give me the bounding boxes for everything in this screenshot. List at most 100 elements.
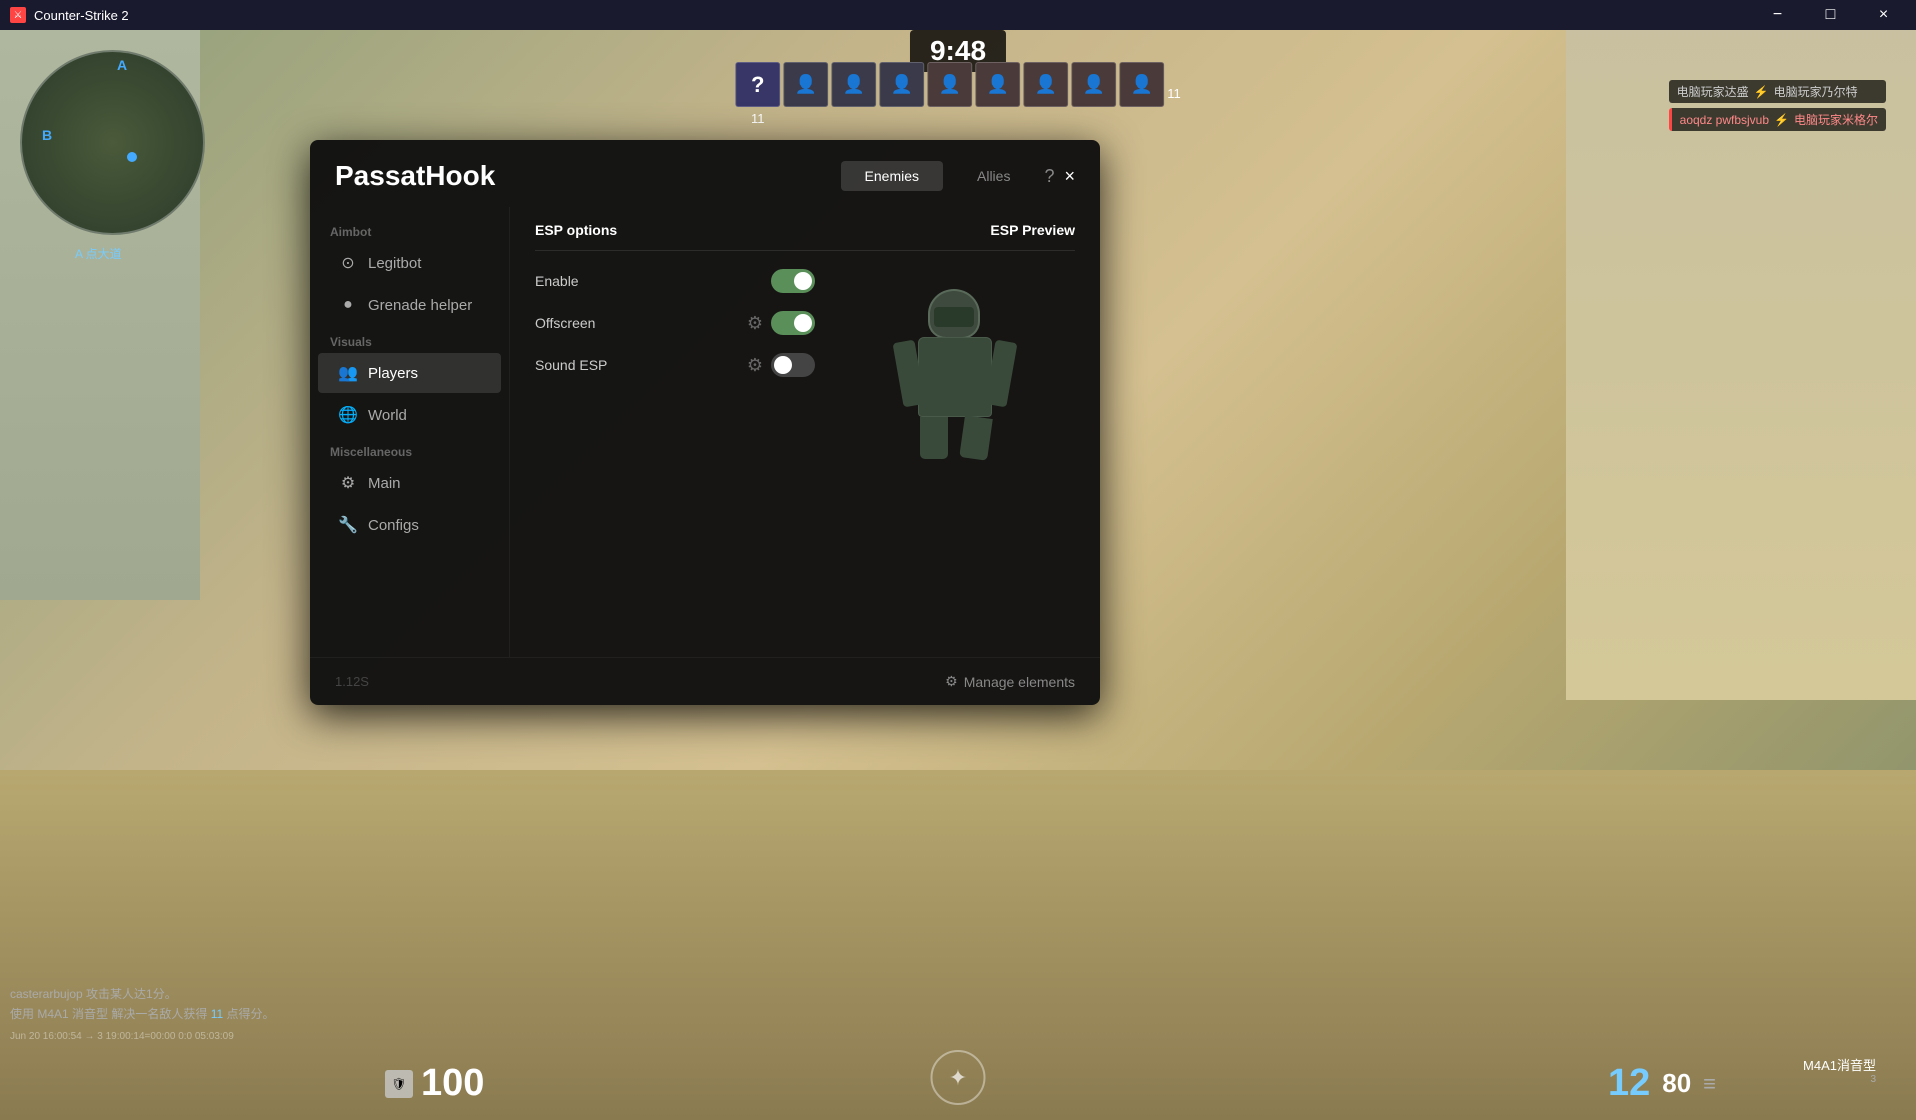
offscreen-label: Offscreen xyxy=(535,315,595,331)
esp-section-header: ESP options ESP Preview xyxy=(535,222,1075,251)
manage-elements-label: Manage elements xyxy=(964,674,1075,690)
sound-esp-label: Sound ESP xyxy=(535,357,607,373)
avatar-group-t1-3: 👤 xyxy=(879,62,924,107)
maximize-button[interactable]: □ xyxy=(1808,0,1853,30)
tab-allies[interactable]: Allies xyxy=(953,161,1034,191)
configs-label: Configs xyxy=(368,517,419,534)
sound-esp-gear-icon[interactable]: ⚙ xyxy=(747,355,763,376)
minimap-label-a: A xyxy=(117,57,127,73)
avatar-group-t2-count: 11 xyxy=(1167,62,1181,101)
killfeed-weapon-icon-2: ⚡ xyxy=(1774,113,1789,127)
minimap-label-b: B xyxy=(42,127,52,143)
cheat-help-button[interactable]: ? xyxy=(1044,166,1054,187)
grenade-helper-label: Grenade helper xyxy=(368,297,472,314)
sidebar-item-grenade-helper[interactable]: ● Grenade helper xyxy=(318,285,501,325)
hud-center-logo: ✦ xyxy=(931,1050,986,1105)
avatar-slot-t2-2: 👤 xyxy=(1071,62,1116,107)
main-label: Main xyxy=(368,475,401,492)
avatar-slot-question: ? xyxy=(735,62,780,107)
offscreen-toggle-knob xyxy=(794,314,812,332)
world-icon: 🌐 xyxy=(338,405,358,425)
soldier-leg-right xyxy=(959,415,993,460)
manage-elements-button[interactable]: ⚙ Manage elements xyxy=(945,673,1075,690)
enable-toggle[interactable] xyxy=(771,269,815,293)
configs-icon: 🔧 xyxy=(338,515,358,535)
chat-text-2b: 点得分。 xyxy=(227,1007,275,1021)
offscreen-gear-icon[interactable]: ⚙ xyxy=(747,313,763,334)
cs-logo: ✦ xyxy=(931,1050,986,1105)
killfeed-victim-2: 电脑玩家米格尔 xyxy=(1794,111,1878,128)
avatar-slot-t2-3: 👤 xyxy=(1119,62,1164,107)
timestamp: Jun 20 16:00:54 → 3 19:00:14=00:00 0:0 0… xyxy=(10,1031,234,1042)
section-label-misc: Miscellaneous xyxy=(310,437,509,463)
weapon-number: 3 xyxy=(1803,1074,1876,1085)
avatar-slot-t1-3: 👤 xyxy=(879,62,924,107)
avatar-slot-t2-1: 👤 xyxy=(1023,62,1068,107)
hud-bottom-left: 🛡 100 xyxy=(385,1062,484,1105)
version-label: 1.12S xyxy=(335,674,369,689)
minimap: A B xyxy=(20,50,205,235)
cheat-header: PassatHook Enemies Allies ? × xyxy=(310,140,1100,207)
ammo-icon: ≡ xyxy=(1703,1071,1716,1097)
avatar-group-t1-1: 👤 xyxy=(783,62,828,125)
sidebar-item-configs[interactable]: 🔧 Configs xyxy=(318,505,501,545)
cheat-header-controls: Enemies Allies ? × xyxy=(841,161,1075,191)
world-label: World xyxy=(368,407,407,424)
avatar-group-t1-5: 👤 xyxy=(975,62,1020,107)
hud-bottom-right: 12 80 ≡ xyxy=(1608,1062,1716,1105)
chat-text-1: casterarbujop 攻击某人达1分。 xyxy=(10,987,177,1001)
avatar-group-question: ? 11 xyxy=(735,62,780,126)
avatar-slot-t1-5: 👤 xyxy=(975,62,1020,107)
player-avatars-container: ? 11 👤 👤 👤 👤 👤 👤 👤 👤 11 xyxy=(735,62,1181,126)
soldier-torso xyxy=(918,337,992,417)
weapon-name: M4A1消音型 xyxy=(1803,1055,1876,1074)
legitbot-label: Legitbot xyxy=(368,255,421,272)
weapon-display: M4A1消音型 3 xyxy=(1803,1055,1876,1085)
sound-esp-toggle-knob xyxy=(774,356,792,374)
close-button[interactable]: × xyxy=(1861,0,1906,30)
enable-toggle-knob xyxy=(794,272,812,290)
minimize-button[interactable]: − xyxy=(1755,0,1800,30)
chat-line-1: casterarbujop 攻击某人达1分。 xyxy=(10,985,275,1002)
enable-controls xyxy=(771,269,815,293)
sidebar-item-world[interactable]: 🌐 World xyxy=(318,395,501,435)
killfeed: 电脑玩家达盛 ⚡ 电脑玩家乃尔特 aoqdz pwfbsjvub ⚡ 电脑玩家米… xyxy=(1669,80,1886,131)
cheat-window: PassatHook Enemies Allies ? × Aimbot ⊙ L… xyxy=(310,140,1100,705)
avatar-slot-t1-4: 👤 xyxy=(927,62,972,107)
cheat-close-button[interactable]: × xyxy=(1064,166,1075,187)
cheat-body: Aimbot ⊙ Legitbot ● Grenade helper Visua… xyxy=(310,207,1100,657)
soldier-preview xyxy=(890,289,1020,459)
esp-preview-panel xyxy=(835,269,1075,459)
soldier-face xyxy=(934,307,974,327)
sidebar-item-main[interactable]: ⚙ Main xyxy=(318,463,501,503)
killfeed-victim-1: 电脑玩家乃尔特 xyxy=(1774,83,1858,100)
kills-display: 12 xyxy=(1608,1062,1650,1105)
esp-preview-title: ESP Preview xyxy=(990,222,1075,238)
ammo-display: 80 xyxy=(1662,1068,1691,1099)
section-label-visuals: Visuals xyxy=(310,327,509,353)
sidebar-item-players[interactable]: 👥 Players xyxy=(318,353,501,393)
window-title: Counter-Strike 2 xyxy=(34,8,1755,23)
chat-line-2: 使用 M4A1 消音型 解决一名敌人获得 11 点得分。 xyxy=(10,1005,275,1022)
avatar-group-t2-1: 👤 xyxy=(1023,62,1068,107)
sound-esp-controls: ⚙ xyxy=(747,353,815,377)
sidebar-item-legitbot[interactable]: ⊙ Legitbot xyxy=(318,243,501,283)
offscreen-toggle[interactable] xyxy=(771,311,815,335)
notification-area: casterarbujop 攻击某人达1分。 使用 M4A1 消音型 解决一名敌… xyxy=(10,985,275,1025)
window-controls: − □ × xyxy=(1755,0,1906,30)
players-label: Players xyxy=(368,365,418,382)
grenade-helper-icon: ● xyxy=(338,295,358,315)
main-icon: ⚙ xyxy=(338,473,358,493)
soldier-leg-left xyxy=(920,417,948,459)
chat-text-2: 使用 M4A1 消音型 解决一名敌人获得 xyxy=(10,1007,211,1021)
avatar-group-t1-4: 👤 xyxy=(927,62,972,107)
enable-label: Enable xyxy=(535,273,579,289)
app-icon: ⚔ xyxy=(10,7,26,23)
tab-enemies[interactable]: Enemies xyxy=(841,161,943,191)
sound-esp-toggle[interactable] xyxy=(771,353,815,377)
killfeed-text-2: aoqdz pwfbsjvub xyxy=(1680,113,1769,127)
avatar-slot-t1-1: 👤 xyxy=(783,62,828,107)
esp-options-title: ESP options xyxy=(535,222,617,238)
killfeed-text-1: 电脑玩家达盛 xyxy=(1677,83,1749,100)
armor-icon: 🛡 xyxy=(385,1070,413,1098)
